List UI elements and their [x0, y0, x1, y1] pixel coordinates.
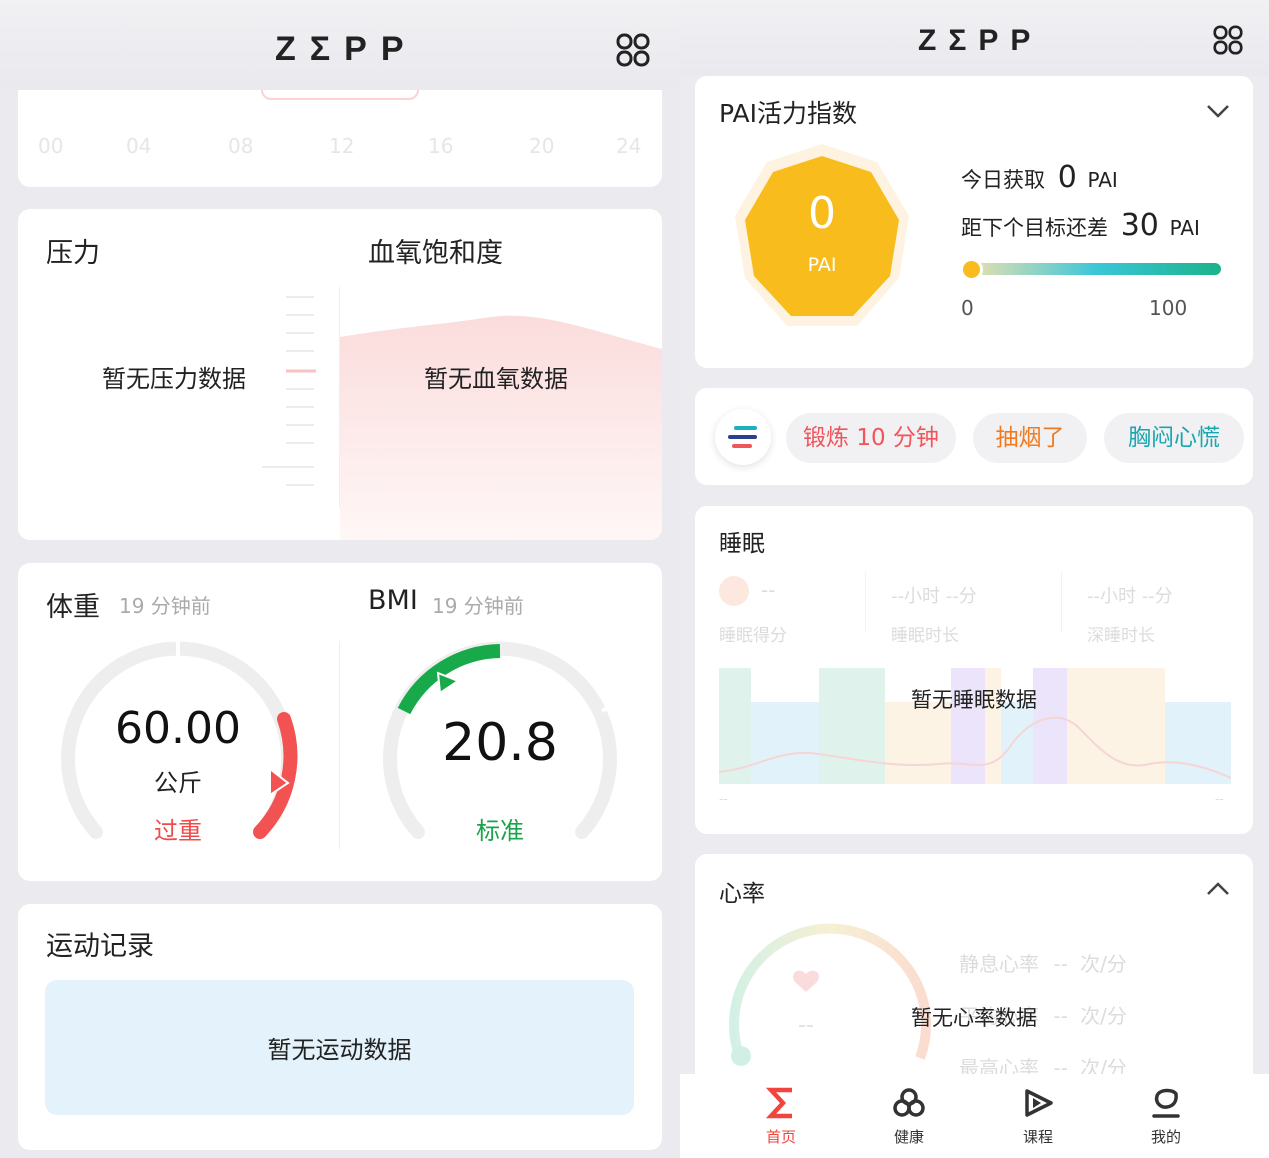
spo2-background-chart	[340, 315, 662, 540]
sleep-duration-label: 睡眠时长	[891, 626, 959, 646]
workout-empty-box: 暂无运动数据	[45, 980, 634, 1115]
tag-chest-tightness[interactable]: 胸闷心慌	[1104, 413, 1244, 463]
nav-item-profile[interactable]: 我的	[1126, 1086, 1206, 1147]
pai-today-value: 0	[1057, 160, 1077, 195]
pai-goal-value: 30	[1120, 208, 1159, 243]
sleep-score-value: --	[761, 578, 776, 602]
zepp-logo: ZΣPP	[275, 30, 418, 68]
workout-title: 运动记录	[46, 931, 154, 962]
apps-grid-icon[interactable]	[1213, 25, 1243, 55]
left-screen: ZΣPP 00 04 08 12 16 20 24 压力 血氧饱和度 暂无压力数…	[0, 0, 680, 1158]
sigma-home-icon	[765, 1087, 792, 1119]
pai-progress-bar	[971, 263, 1221, 275]
weight-value: 60.00	[115, 703, 241, 754]
tag-list-button[interactable]	[715, 409, 771, 465]
hour-label: 24	[616, 134, 642, 158]
workout-empty-message: 暂无运动数据	[267, 1036, 412, 1064]
stress-spo2-card[interactable]: 压力 血氧饱和度 暂无压力数据 暂无血氧数据	[18, 209, 662, 540]
workout-card[interactable]: 运动记录 暂无运动数据	[18, 904, 662, 1150]
zepp-logo: ZΣPP	[918, 24, 1043, 57]
right-screen: ZΣPP PAI活力指数 0 PAI 今日获取 0 PAI 距下个目标还差 30…	[680, 0, 1269, 1158]
bmi-title: BMI	[368, 585, 418, 616]
course-play-icon	[1025, 1089, 1053, 1117]
nav-label: 课程	[1022, 1128, 1053, 1146]
nav-item-home[interactable]: 首页	[741, 1086, 821, 1147]
heart-empty-message: 暂无心率数据	[911, 1006, 1037, 1030]
stress-title: 压力	[46, 238, 100, 269]
list-lines-icon	[728, 426, 757, 448]
weight-status: 过重	[154, 817, 202, 845]
stress-empty-message: 暂无压力数据	[102, 365, 246, 393]
divider	[339, 641, 340, 849]
nav-label: 首页	[765, 1128, 796, 1146]
hour-label: 16	[428, 134, 454, 158]
quick-tags-card: 锻炼 10 分钟 抽烟了 胸闷心慌	[695, 388, 1253, 485]
nav-item-health[interactable]: 健康	[869, 1086, 949, 1147]
stress-scale	[262, 296, 316, 486]
pai-goal: 距下个目标还差 30 PAI	[961, 208, 1200, 243]
sleep-axis-start: --	[719, 792, 728, 806]
chevron-down-icon[interactable]	[1205, 102, 1231, 120]
tag-exercise[interactable]: 锻炼 10 分钟	[786, 413, 956, 463]
pai-card[interactable]: PAI活力指数 0 PAI 今日获取 0 PAI 距下个目标还差 30 PAI …	[695, 76, 1253, 368]
hour-label: 12	[329, 134, 355, 158]
sleep-duration-value: --小时 --分	[891, 586, 977, 607]
sleep-empty-message: 暂无睡眠数据	[911, 688, 1037, 712]
health-icon	[893, 1088, 925, 1117]
hour-label: 04	[126, 134, 152, 158]
hour-label: 00	[38, 134, 64, 158]
heart-title: 心率	[719, 881, 765, 907]
heart-row-unit: 次/分	[1080, 952, 1127, 976]
pai-progress-knob	[960, 258, 983, 281]
sleep-score-label: 睡眠得分	[719, 626, 787, 646]
app-header: ZΣPP	[680, 0, 1269, 76]
profile-icon	[1152, 1088, 1180, 1118]
pai-title: PAI活力指数	[719, 99, 857, 128]
bmi-value: 20.8	[442, 713, 558, 773]
heart-row-label: 静息心率	[959, 952, 1039, 976]
heart-rate-card[interactable]: 心率 -- 静息心率 -- 次/分 平均心率 -- 次/分 最高心率 -- 次/…	[695, 854, 1253, 1094]
heart-row: 静息心率 -- 次/分	[959, 948, 1127, 977]
pai-badge-value: 0	[808, 188, 836, 239]
sleep-card[interactable]: 睡眠 -- 睡眠得分 --小时 --分 睡眠时长 --小时 --分 深睡时长 暂…	[695, 506, 1253, 834]
heart-row-value: --	[1053, 952, 1068, 976]
nav-label: 健康	[893, 1128, 924, 1146]
weight-bmi-card[interactable]: 体重 19 分钟前 BMI 19 分钟前 60.00 公斤 过重 20.8 标准	[18, 563, 662, 881]
app-header: ZΣPP	[0, 0, 680, 90]
weight-unit: 公斤	[154, 769, 202, 797]
pai-today: 今日获取 0 PAI	[961, 160, 1118, 195]
bmi-time: 19 分钟前	[432, 594, 524, 618]
bmi-status: 标准	[476, 817, 524, 845]
divider	[865, 572, 866, 632]
hour-label: 20	[529, 134, 555, 158]
chevron-up-icon[interactable]	[1205, 880, 1231, 898]
spo2-title: 血氧饱和度	[368, 238, 503, 269]
pai-badge-unit: PAI	[807, 254, 837, 276]
tag-smoked[interactable]: 抽烟了	[973, 413, 1087, 463]
sleep-title: 睡眠	[719, 531, 765, 557]
spo2-empty-message: 暂无血氧数据	[424, 365, 568, 393]
weight-title: 体重	[46, 592, 100, 623]
pai-progress-min: 0	[961, 296, 974, 320]
nav-label: 我的	[1150, 1128, 1181, 1146]
pai-today-unit: PAI	[1087, 168, 1118, 192]
pai-today-label: 今日获取	[961, 168, 1045, 192]
pai-goal-label: 距下个目标还差	[961, 216, 1108, 240]
sleep-deep-value: --小时 --分	[1087, 586, 1173, 607]
hour-label: 08	[228, 134, 254, 158]
sleep-axis-end: --	[1215, 792, 1224, 806]
bottom-nav: 首页 健康 课程 我的	[680, 1074, 1269, 1158]
divider	[1061, 572, 1062, 632]
pai-progress-max: 100	[1149, 296, 1188, 320]
apps-grid-icon[interactable]	[616, 33, 650, 67]
pai-goal-unit: PAI	[1169, 216, 1200, 240]
sleep-face-icon	[719, 576, 749, 606]
sleep-deep-label: 深睡时长	[1087, 626, 1155, 646]
nav-item-course[interactable]: 课程	[998, 1086, 1078, 1147]
weight-time: 19 分钟前	[119, 594, 211, 618]
